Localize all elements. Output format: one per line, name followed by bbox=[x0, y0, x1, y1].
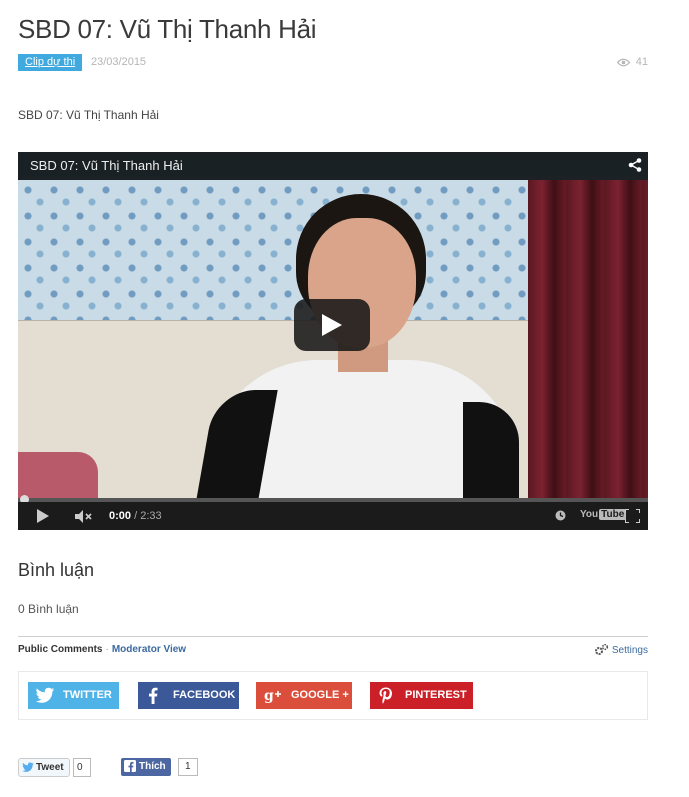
post-date: 23/03/2015 bbox=[91, 56, 147, 68]
moderator-view-tab[interactable]: Moderator View bbox=[112, 644, 186, 655]
tweet-button[interactable]: Tweet bbox=[18, 758, 70, 777]
play-icon bbox=[322, 314, 342, 336]
fullscreen-icon[interactable] bbox=[625, 509, 640, 523]
tweet-label: Tweet bbox=[36, 762, 64, 773]
post-title: SBD 07: Vũ Thị Thanh Hải bbox=[18, 14, 317, 44]
google-plus-icon: g bbox=[264, 688, 281, 703]
play-small-icon[interactable] bbox=[37, 509, 49, 523]
background-curtain bbox=[528, 180, 648, 500]
gear-icon bbox=[594, 643, 608, 655]
video-title-bar: SBD 07: Vũ Thị Thanh Hải bbox=[18, 152, 648, 180]
wall-divider bbox=[18, 320, 528, 321]
duration: / 2:33 bbox=[134, 510, 162, 522]
share-twitter-label: TWITTER bbox=[63, 689, 112, 701]
facebook-f-icon bbox=[124, 760, 136, 772]
watch-later-icon[interactable] bbox=[555, 510, 566, 521]
share-facebook-button[interactable]: FACEBOOK bbox=[138, 682, 239, 709]
facebook-like-button[interactable]: Thích bbox=[121, 758, 171, 776]
share-google-label: GOOGLE + bbox=[291, 689, 349, 701]
share-google-button[interactable]: g GOOGLE + bbox=[256, 682, 352, 709]
facebook-icon bbox=[149, 687, 158, 704]
share-buttons: TWITTER FACEBOOK g GOOGLE + PINTEREST bbox=[18, 671, 648, 720]
svg-text:g: g bbox=[264, 688, 274, 703]
time-display: 0:00 / 2:33 bbox=[109, 510, 162, 522]
settings-label: Settings bbox=[611, 645, 648, 656]
share-pinterest-button[interactable]: PINTEREST bbox=[370, 682, 473, 709]
youtube-logo[interactable]: You Tube bbox=[580, 509, 627, 520]
youtube-logo-you: You bbox=[580, 509, 599, 520]
public-comments-tab[interactable]: Public Comments bbox=[18, 644, 102, 655]
comments-divider bbox=[18, 636, 648, 637]
twitter-bird-icon bbox=[22, 762, 34, 772]
play-button[interactable] bbox=[294, 299, 370, 351]
current-time: 0:00 bbox=[109, 510, 132, 522]
share-facebook-label: FACEBOOK bbox=[173, 689, 236, 701]
twitter-icon bbox=[36, 687, 54, 703]
tweet-count: 0 bbox=[73, 758, 91, 777]
view-count: 41 bbox=[616, 56, 648, 68]
mute-icon[interactable] bbox=[75, 510, 93, 523]
share-twitter-button[interactable]: TWITTER bbox=[28, 682, 119, 709]
facebook-like-label: Thích bbox=[139, 761, 166, 772]
view-count-value: 41 bbox=[635, 56, 648, 68]
background-tiles bbox=[18, 180, 528, 320]
video-title[interactable]: SBD 07: Vũ Thị Thanh Hải bbox=[30, 158, 183, 173]
share-icon[interactable] bbox=[628, 158, 642, 172]
comments-count: 0 Bình luận bbox=[18, 602, 79, 616]
video-controls: 0:00 / 2:33 You Tube bbox=[18, 502, 648, 530]
facebook-like-count: 1 bbox=[178, 758, 198, 776]
background-blanket bbox=[18, 452, 98, 500]
post-meta: Clip dự thi 23/03/2015 41 bbox=[18, 54, 648, 72]
comments-heading: Bình luận bbox=[18, 560, 95, 580]
comments-view-tabs: Public Comments · Moderator View bbox=[18, 644, 186, 655]
category-badge[interactable]: Clip dự thi bbox=[18, 54, 83, 71]
eye-icon bbox=[616, 58, 631, 67]
youtube-logo-tube: Tube bbox=[599, 509, 627, 520]
comments-settings[interactable]: Settings bbox=[594, 643, 648, 656]
tab-separator: · bbox=[105, 644, 109, 655]
share-pinterest-label: PINTEREST bbox=[405, 689, 467, 701]
pinterest-icon bbox=[379, 687, 392, 704]
video-player[interactable]: SBD 07: Vũ Thị Thanh Hải 0:00 / 2:33 You… bbox=[18, 152, 648, 530]
post-intro: SBD 07: Vũ Thị Thanh Hải bbox=[18, 108, 159, 122]
person-sleeve-right bbox=[463, 402, 519, 500]
